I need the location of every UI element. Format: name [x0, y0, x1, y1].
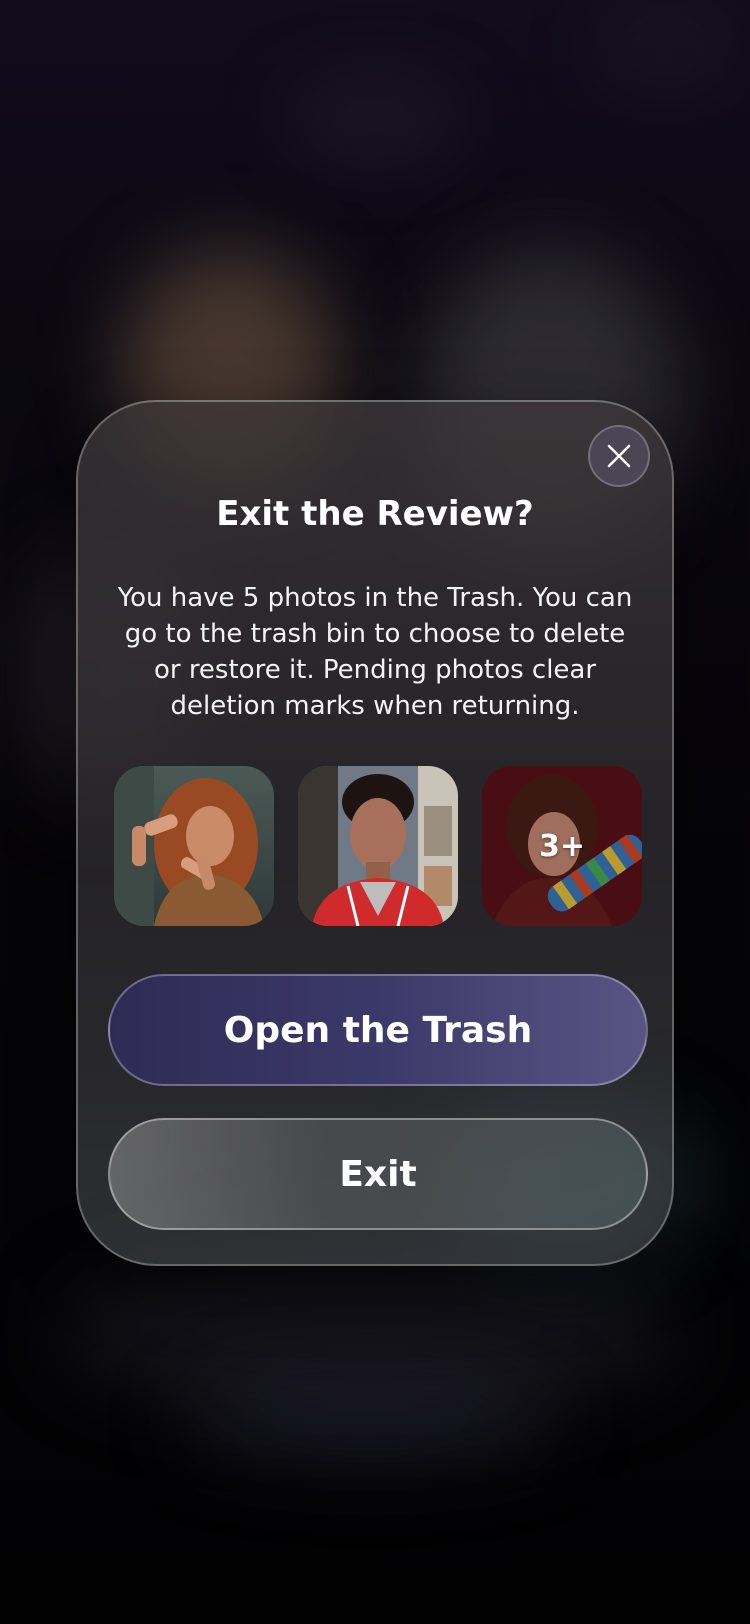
man-red-jacket-photo — [298, 766, 458, 926]
background-blur — [180, 1380, 560, 1460]
trash-photo-thumbnail[interactable] — [114, 766, 274, 926]
close-button[interactable] — [588, 425, 650, 487]
trash-photo-thumbnail[interactable] — [298, 766, 458, 926]
dialog-message: You have 5 photos in the Trash. You can … — [117, 583, 633, 721]
close-icon — [607, 444, 631, 468]
exit-review-dialog: Exit the Review? You have 5 photos in th… — [76, 400, 674, 1266]
open-trash-button[interactable]: Open the Trash — [108, 974, 648, 1086]
dialog-title: Exit the Review? — [216, 494, 534, 534]
woman-framing-photo — [114, 766, 274, 926]
trash-photo-thumbnail-more[interactable]: 3+ — [482, 766, 642, 926]
trash-thumbnails: 3+ — [114, 766, 644, 926]
background-blur — [600, 20, 730, 80]
background-blur — [290, 90, 460, 150]
exit-button[interactable]: Exit — [108, 1118, 648, 1230]
screen: Exit the Review? You have 5 photos in th… — [0, 0, 750, 1624]
more-photos-count: 3+ — [538, 828, 585, 864]
